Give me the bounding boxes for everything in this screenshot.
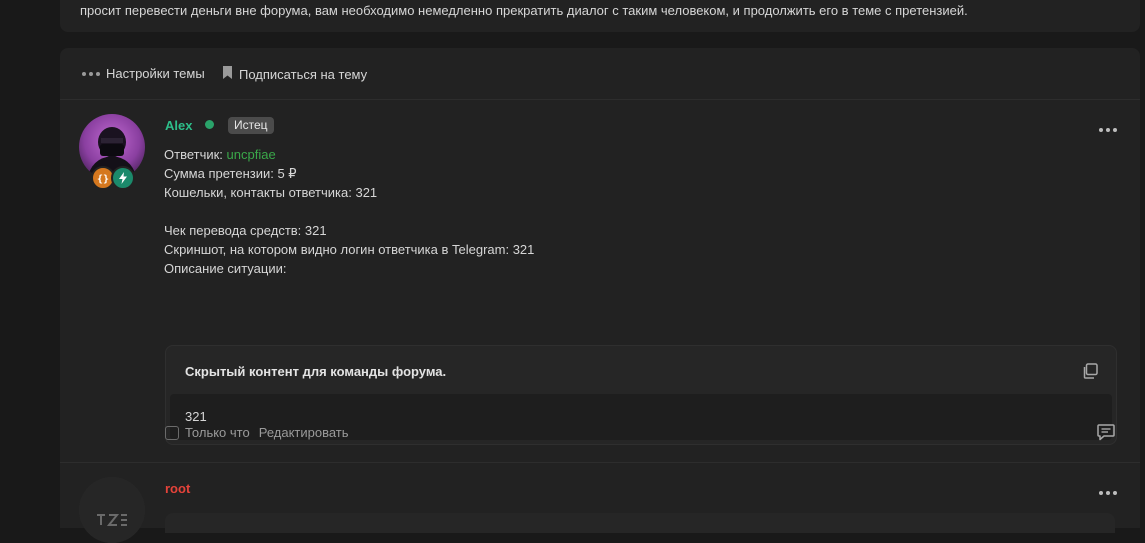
username[interactable]: Alex	[165, 118, 192, 133]
wallets-line: Кошельки, контакты ответчика: 321	[164, 185, 378, 200]
subscribe-thread-label: Подписаться на тему	[239, 66, 368, 82]
post-alex: {} Alex Истец Ответчик: uncpfiae Сумма п…	[60, 100, 1140, 463]
forum-notice: просит перевести деньги вне форума, вам …	[60, 0, 1140, 32]
bookmark-icon	[222, 66, 233, 82]
post-content-block	[165, 513, 1115, 533]
respondent-label: Ответчик:	[164, 147, 227, 162]
online-status-indicator	[205, 120, 214, 129]
avatar[interactable]	[79, 477, 145, 543]
respondent-link[interactable]: uncpfiae	[227, 147, 276, 162]
screenshot-line: Скриншот, на котором видно логин ответчи…	[164, 242, 535, 257]
receipt-line: Чек перевода средств: 321	[164, 223, 327, 238]
select-post-checkbox[interactable]	[165, 425, 179, 440]
hidden-content-text: 321	[185, 409, 207, 424]
username[interactable]: root	[165, 481, 190, 496]
more-dots-icon	[82, 71, 100, 76]
edit-post-link[interactable]: Редактировать	[259, 425, 349, 440]
claim-amount-line: Сумма претензии: 5 ₽	[164, 166, 297, 181]
thread-tools-bar: Настройки темы Подписаться на тему	[60, 48, 1140, 100]
post-time[interactable]: Только что	[185, 425, 250, 440]
user-role-badge: Истец	[228, 117, 274, 134]
thread-settings-button[interactable]: Настройки темы	[82, 66, 205, 81]
subscribe-thread-button[interactable]: Подписаться на тему	[222, 66, 367, 82]
thread-settings-label: Настройки темы	[106, 66, 205, 81]
description-line: Описание ситуации:	[164, 261, 287, 276]
post-content: Ответчик: uncpfiae Сумма претензии: 5 ₽ …	[164, 145, 534, 278]
respondent-line: Ответчик: uncpfiae	[164, 145, 534, 164]
post-root: root	[60, 463, 1140, 543]
hidden-content-header: Скрытый контент для команды форума.	[166, 346, 1116, 394]
copy-icon[interactable]	[1082, 363, 1098, 382]
reply-icon[interactable]	[1096, 422, 1116, 445]
hidden-content-title: Скрытый контент для команды форума.	[185, 364, 447, 379]
notice-text: просит перевести деньги вне форума, вам …	[80, 3, 968, 18]
post-menu-button[interactable]	[1099, 120, 1117, 135]
thread-container: Настройки темы Подписаться на тему {} Al…	[60, 48, 1140, 543]
more-dots-icon	[1099, 128, 1117, 132]
svg-text:{}: {}	[97, 174, 109, 184]
lightning-badge-icon[interactable]	[111, 166, 135, 190]
more-dots-icon	[1099, 491, 1117, 495]
post-footer: Только что Редактировать	[165, 425, 349, 440]
post-menu-button[interactable]	[1099, 483, 1117, 498]
